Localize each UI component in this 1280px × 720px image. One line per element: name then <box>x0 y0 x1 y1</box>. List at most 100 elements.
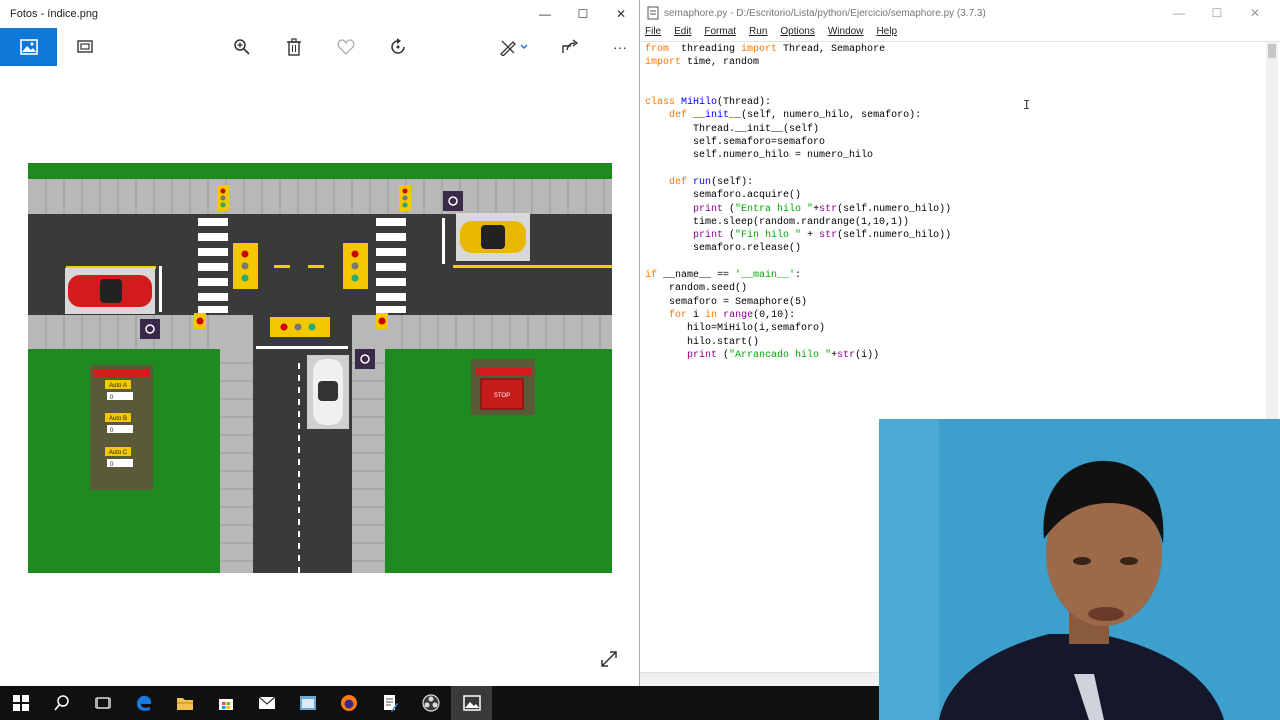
slideshow-icon <box>77 40 93 53</box>
app-window-icon <box>299 696 316 710</box>
windows-icon <box>12 695 29 711</box>
fullscreen-button[interactable] <box>598 648 620 670</box>
idle-window-controls: — ☐ ✕ <box>1160 3 1274 23</box>
code-line: class MiHilo(Thread): <box>645 97 772 109</box>
menu-help[interactable]: Help <box>876 26 897 41</box>
idle-maximize-button[interactable]: ☐ <box>1198 3 1236 23</box>
taskbar-firefox[interactable] <box>328 686 369 720</box>
start-button[interactable] <box>0 686 41 720</box>
taskbar-obs[interactable] <box>410 686 451 720</box>
webcam-overlay <box>879 419 1280 720</box>
rotate-button[interactable] <box>378 28 418 66</box>
code-line: self.numero_hilo = numero_hilo <box>645 150 874 162</box>
code-line: print ("Arrancado hilo "+str(i)) <box>687 349 880 361</box>
photos-title: Fotos - índice.png <box>10 8 99 20</box>
idle-minimize-button[interactable]: — <box>1160 3 1198 23</box>
python-file-icon <box>647 6 659 20</box>
share-button[interactable] <box>550 28 590 66</box>
trash-icon <box>287 38 301 56</box>
code-line: semaforo.acquire() <box>645 190 802 202</box>
photos-toolbar: ··· <box>0 28 639 66</box>
taskbar-file-explorer[interactable] <box>164 686 205 720</box>
folder-icon <box>176 698 193 710</box>
delete-button[interactable] <box>274 28 314 66</box>
image-icon <box>19 39 38 55</box>
menu-edit[interactable]: Edit <box>674 26 691 41</box>
taskbar-app[interactable] <box>287 686 328 720</box>
share-icon <box>562 39 579 53</box>
code-line: Thread.__init__(self) <box>645 123 820 135</box>
code-line: self.semaforo=semaforo <box>645 137 826 149</box>
code-line: hilo.start() <box>645 336 760 348</box>
code-line: semaforo.release() <box>645 243 802 255</box>
photos-icon <box>462 695 481 711</box>
menu-options[interactable]: Options <box>780 26 814 41</box>
task-view-button[interactable] <box>82 686 123 720</box>
view-photo-button[interactable] <box>0 28 57 66</box>
favorite-button[interactable] <box>326 28 366 66</box>
edge-icon <box>136 695 151 711</box>
code-line: def __init__(self, numero_hilo, semaforo… <box>669 110 922 122</box>
code-line: if __name__ == '__main__': <box>645 270 802 282</box>
desktop: Fotos - índice.png — ☐ ✕ ··· Auto A 0 Au… <box>0 0 1280 720</box>
taskbar-store[interactable] <box>205 686 246 720</box>
slideshow-button[interactable] <box>65 28 105 66</box>
code-line: print ("Entra hilo "+str(self.numero_hil… <box>693 203 952 215</box>
more-button[interactable]: ··· <box>600 28 640 66</box>
firefox-icon <box>340 695 357 711</box>
auto-a-label: Auto A <box>109 383 127 389</box>
edit-create-button[interactable] <box>494 28 534 66</box>
search-icon <box>53 695 69 711</box>
rotate-icon <box>391 38 405 54</box>
taskbar <box>0 686 879 720</box>
taskbar-mail[interactable] <box>246 686 287 720</box>
taskbar-photos[interactable] <box>451 686 492 720</box>
code-line: hilo=MiHilo(i,semaforo) <box>645 323 826 335</box>
zoom-in-icon <box>234 39 250 55</box>
taskbar-idle-editor[interactable] <box>369 686 410 720</box>
text-cursor-icon: I <box>1023 98 1031 112</box>
search-button[interactable] <box>41 686 82 720</box>
intersection-simulation-image: Auto A 0 Auto B 0 Auto C 0 STOP <box>28 163 612 573</box>
maximize-button[interactable]: ☐ <box>564 4 602 24</box>
code-line: random.seed() <box>645 283 748 295</box>
obs-icon <box>421 694 440 712</box>
idle-menubar: File Edit Format Run Options Window Help <box>640 26 1280 42</box>
zoom-button[interactable] <box>222 28 262 66</box>
menu-window[interactable]: Window <box>828 26 864 41</box>
idle-close-button[interactable]: ✕ <box>1236 3 1274 23</box>
stop-button-label: STOP <box>494 393 510 399</box>
person-image <box>879 419 1280 720</box>
expand-icon <box>601 651 617 667</box>
code-editor[interactable]: from threading import Thread, Semaphore i… <box>645 43 1265 362</box>
edit-icon <box>500 40 528 56</box>
close-button[interactable]: ✕ <box>602 4 640 24</box>
code-line: import time, random <box>645 57 760 69</box>
heart-icon <box>337 39 355 55</box>
idle-title: semaphore.py - D:/Escritorio/Lista/pytho… <box>664 7 986 19</box>
code-line: time.sleep(random.randrange(1,10,1)) <box>645 216 910 228</box>
code-line: semaforo = Semaphore(5) <box>645 296 808 308</box>
auto-c-label: Auto C <box>109 450 128 456</box>
code-line: print ("Fin hilo " + str(self.numero_hil… <box>693 230 952 242</box>
minimize-button[interactable]: — <box>526 4 564 24</box>
menu-format[interactable]: Format <box>704 26 736 41</box>
store-icon <box>218 699 233 710</box>
code-line: from threading import Thread, Semaphore <box>645 44 886 55</box>
mail-icon <box>258 696 275 709</box>
photos-window-controls: — ☐ ✕ <box>526 4 640 24</box>
menu-file[interactable]: File <box>645 26 661 41</box>
auto-b-label: Auto B <box>109 416 127 422</box>
taskbar-edge[interactable] <box>123 686 164 720</box>
menu-run[interactable]: Run <box>749 26 767 41</box>
code-line: def run(self): <box>669 176 754 188</box>
document-icon <box>383 695 398 712</box>
scrollbar-thumb[interactable] <box>1268 44 1276 58</box>
photos-window: Fotos - índice.png — ☐ ✕ ··· Auto A 0 Au… <box>0 0 640 686</box>
code-line: for i in range(0,10): <box>669 309 796 321</box>
task-view-icon <box>94 697 111 709</box>
